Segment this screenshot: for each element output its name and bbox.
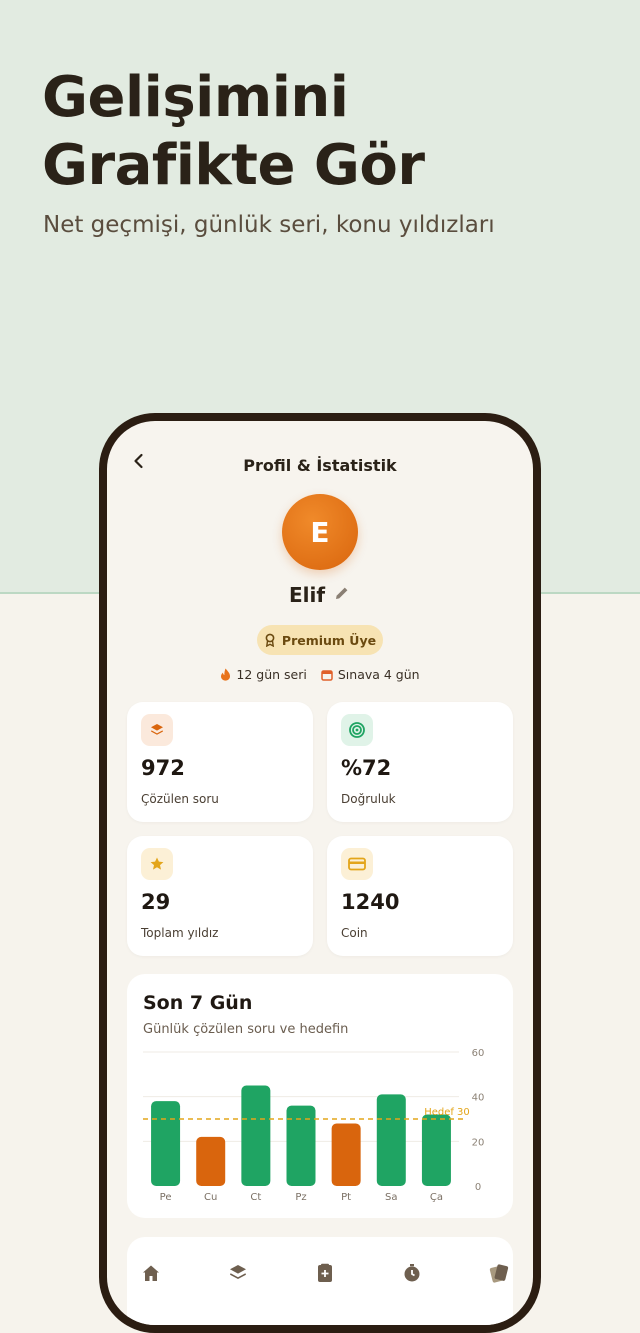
target-icon: [341, 714, 373, 746]
layers-icon: [230, 1265, 246, 1279]
x-tick-label: Cu: [204, 1192, 217, 1203]
profile-meta: 12 gün seri Sınava 4 gün: [107, 667, 533, 682]
stat-value: 29: [141, 890, 171, 914]
flame-icon: [221, 668, 231, 681]
app-screen: Profil & İstatistik E Elif Premium Üye 1…: [107, 421, 533, 1325]
badge-icon: [265, 633, 275, 647]
layers-icon: [141, 714, 173, 746]
target-label: Hedef 30: [424, 1107, 470, 1118]
name-row: Elif: [107, 583, 533, 607]
avatar[interactable]: E: [282, 494, 358, 570]
edit-name-button[interactable]: [333, 584, 351, 606]
bar-pt: [331, 1123, 361, 1186]
stat-label: Çözülen soru: [141, 792, 219, 806]
y-tick-label: 0: [475, 1182, 481, 1193]
y-tick-label: 40: [472, 1093, 485, 1104]
hero-title-line1: Gelişimini: [42, 65, 349, 130]
weekly-chart-card: Son 7 Gün Günlük çözülen soru ve hedefin…: [127, 974, 513, 1218]
screen-title: Profil & İstatistik: [243, 456, 397, 475]
y-tick-label: 60: [472, 1048, 485, 1059]
x-tick-label: Pz: [295, 1192, 306, 1203]
hero-subtitle: Net geçmişi, günlük seri, konu yıldızlar…: [43, 212, 495, 238]
exam-text: Sınava 4 gün: [337, 667, 420, 682]
timer-icon: [404, 1264, 420, 1282]
nav-notebook[interactable]: [311, 1259, 339, 1287]
x-tick-label: Ça: [430, 1192, 443, 1203]
premium-badge: Premium Üye: [257, 625, 383, 655]
stat-card-coin[interactable]: 1240 Coin: [327, 836, 513, 956]
pencil-icon: [336, 587, 348, 599]
y-tick-label: 20: [472, 1137, 485, 1148]
star-icon: [141, 848, 173, 880]
stat-card-solved[interactable]: 972 Çözülen soru: [127, 702, 313, 822]
bar-cu: [196, 1136, 226, 1186]
nav-timer[interactable]: [398, 1259, 426, 1287]
stat-card-stars[interactable]: 29 Toplam yıldız: [127, 836, 313, 956]
bar-sa: [376, 1094, 406, 1186]
calendar-icon: [321, 669, 333, 681]
x-tick-label: Sa: [385, 1192, 397, 1203]
exam-info: Sınava 4 gün: [321, 667, 420, 682]
streak-info: 12 gün seri: [220, 667, 307, 682]
card-icon: [341, 848, 373, 880]
user-name: Elif: [288, 583, 326, 607]
stat-value: %72: [341, 756, 392, 780]
top-bar: Profil & İstatistik: [107, 421, 533, 505]
stat-label: Coin: [341, 926, 368, 940]
weekly-bar-chart: 0 20 40 60 Pe Cu Ct Pz Pt Sa Ça Hedef 30: [143, 1048, 485, 1203]
hero-title: Gelişimini Grafikte Gör: [42, 64, 425, 200]
bar-ça: [421, 1114, 451, 1186]
hero-title-line2: Grafikte Gör: [42, 133, 425, 198]
stat-label: Toplam yıldız: [141, 926, 219, 940]
bar-pe: [151, 1101, 181, 1186]
notebook-icon: [318, 1263, 332, 1282]
nav-topics[interactable]: [224, 1259, 252, 1287]
x-tick-label: Pe: [160, 1192, 172, 1203]
cards-icon: [489, 1264, 509, 1283]
bar-ct: [241, 1085, 271, 1186]
bottom-nav: [107, 1253, 533, 1303]
stat-value: 1240: [341, 890, 400, 914]
bar-pz: [286, 1105, 316, 1186]
nav-home[interactable]: [137, 1259, 165, 1287]
x-tick-label: Pt: [341, 1192, 351, 1203]
x-tick-label: Ct: [250, 1192, 261, 1203]
premium-label: Premium Üye: [281, 632, 377, 648]
stat-label: Doğruluk: [341, 792, 396, 806]
stat-value: 972: [141, 756, 185, 780]
phone-frame: Profil & İstatistik E Elif Premium Üye 1…: [99, 413, 541, 1333]
home-icon: [143, 1265, 159, 1281]
nav-cards[interactable]: [485, 1259, 513, 1287]
streak-text: 12 gün seri: [236, 667, 307, 682]
stat-card-accuracy[interactable]: %72 Doğruluk: [327, 702, 513, 822]
